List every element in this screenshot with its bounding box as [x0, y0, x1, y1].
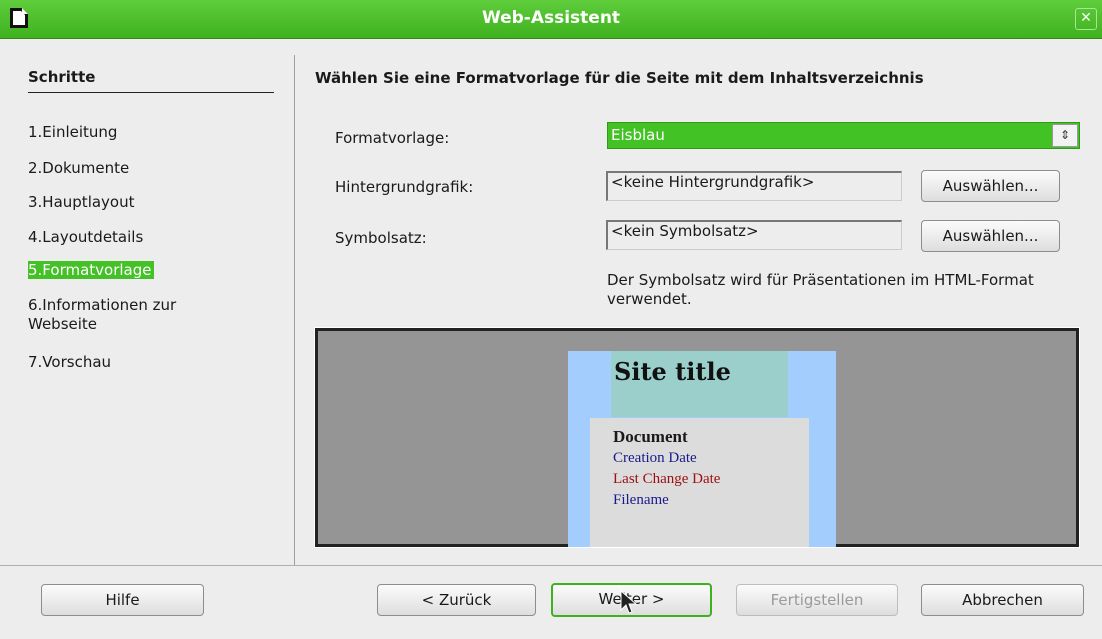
cancel-button[interactable]: Abbrechen [921, 584, 1084, 616]
steps-title: Schritte [28, 68, 96, 86]
preview-document: Document Creation Date Last Change Date … [590, 418, 809, 547]
style-value: Eisblau [611, 126, 665, 144]
close-icon[interactable]: ✕ [1075, 8, 1097, 30]
background-label: Hintergrundgrafik: [335, 178, 474, 196]
finish-button[interactable]: Fertigstellen [736, 584, 898, 616]
title-bar: Web-Assistent ✕ [0, 0, 1102, 39]
back-button[interactable]: < Zurück [377, 584, 536, 616]
steps-sidebar: Schritte 1.Einleitung 2.Dokumente 3.Haup… [0, 55, 294, 565]
step-item[interactable]: 3.Hauptlayout [28, 193, 135, 211]
preview-site-title: Site title [614, 357, 731, 386]
step-item[interactable]: 6.Informationen zur Webseite [28, 296, 228, 334]
step-item[interactable]: 7.Vorschau [28, 353, 111, 371]
preview-page: Site title Document Creation Date Last C… [568, 351, 836, 547]
style-combobox[interactable]: Eisblau ⇕ [607, 122, 1080, 149]
background-field: <keine Hintergrundgrafik> [606, 171, 902, 201]
step-item[interactable]: 2.Dokumente [28, 159, 129, 177]
step-item[interactable]: 1.Einleitung [28, 123, 117, 141]
step-item[interactable]: 4.Layoutdetails [28, 228, 143, 246]
background-select-button[interactable]: Auswählen... [921, 170, 1060, 202]
preview-filename: Filename [613, 492, 669, 508]
step-item-active[interactable]: 5.Formatvorlage [28, 261, 154, 279]
style-preview: Site title Document Creation Date Last C… [314, 327, 1080, 548]
preview-doc-title: Document [613, 427, 688, 446]
window-title: Web-Assistent [481, 8, 621, 28]
mouse-pointer-icon [620, 590, 638, 614]
style-label: Formatvorlage: [335, 129, 450, 147]
preview-header: Site title [611, 351, 788, 417]
iconset-note: Der Symbolsatz wird für Präsentationen i… [607, 271, 1034, 308]
updown-icon[interactable]: ⇕ [1052, 124, 1078, 147]
preview-last-change: Last Change Date [613, 471, 721, 487]
preview-creation-date: Creation Date [613, 450, 697, 466]
iconset-field: <kein Symbolsatz> [606, 220, 902, 250]
steps-divider [28, 92, 274, 93]
sidebar-divider [294, 55, 295, 565]
iconset-select-button[interactable]: Auswählen... [921, 220, 1060, 252]
footer-divider [0, 565, 1102, 566]
help-button[interactable]: Hilfe [41, 584, 204, 616]
iconset-label: Symbolsatz: [335, 229, 427, 247]
page-heading: Wählen Sie eine Formatvorlage für die Se… [315, 69, 924, 87]
